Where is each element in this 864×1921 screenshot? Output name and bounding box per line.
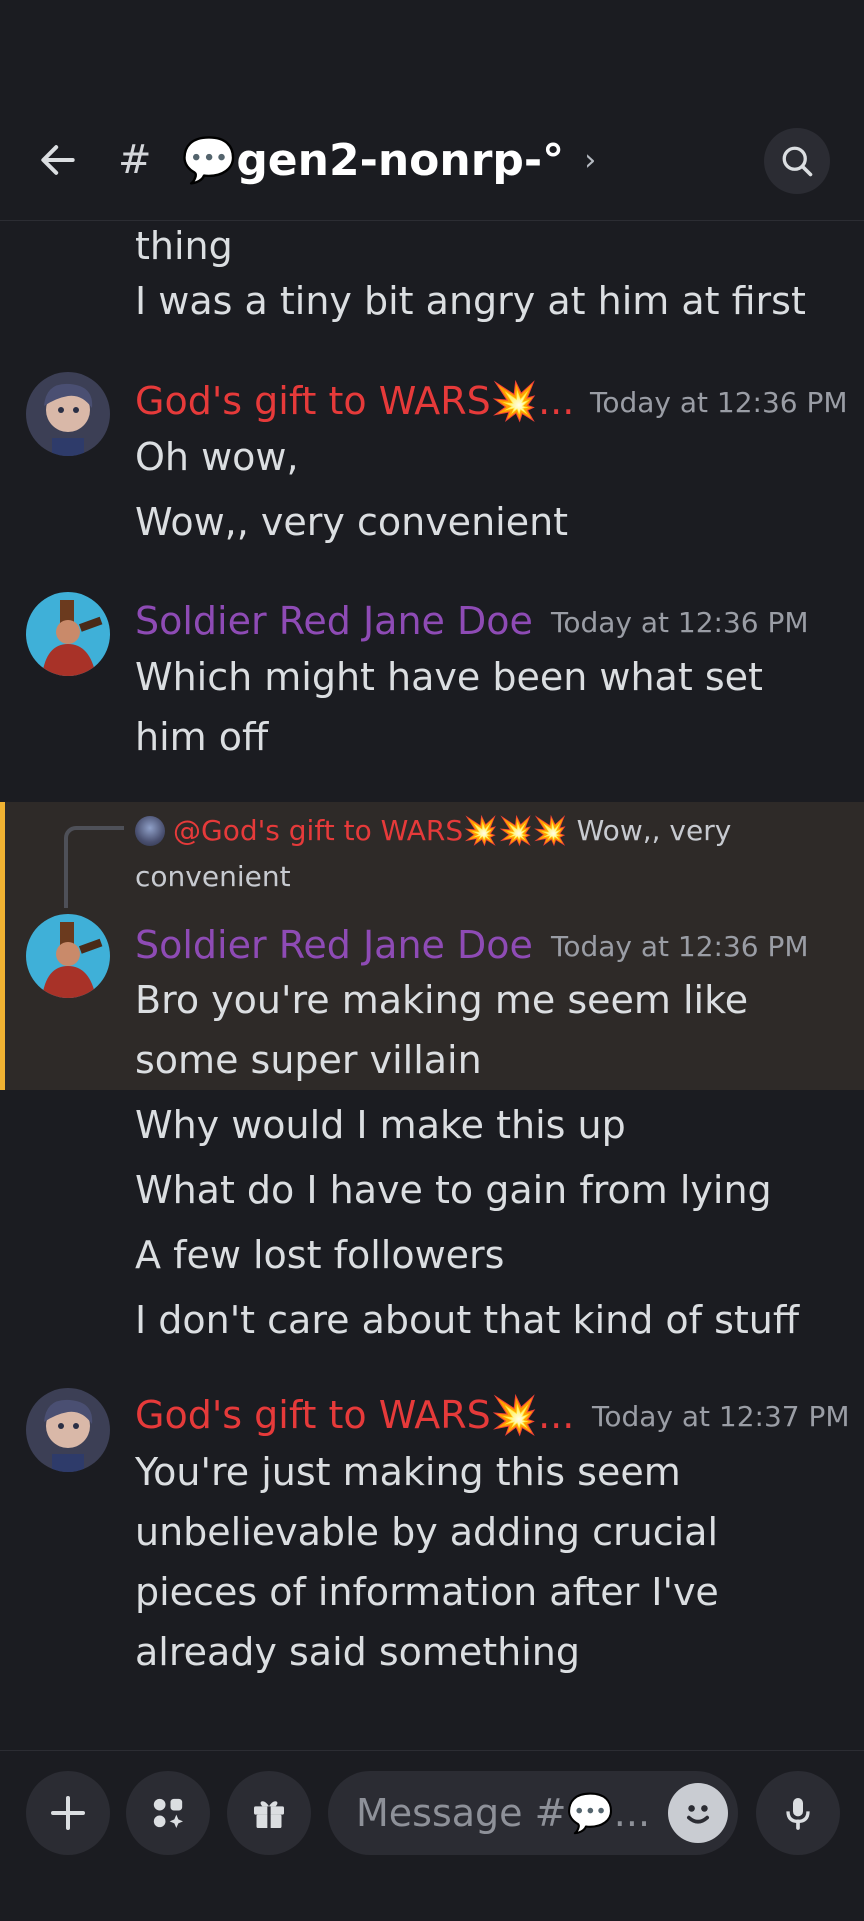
- message-line: I don't care about that kind of stuff: [135, 1298, 800, 1342]
- apps-button[interactable]: [126, 1771, 210, 1855]
- avatar-image: [26, 914, 110, 998]
- reply-avatar: [135, 816, 165, 846]
- channel-name: gen2-nonrp-°: [236, 134, 565, 186]
- message-line: A few lost followers: [135, 1233, 505, 1277]
- chevron-right-icon: ›: [584, 142, 597, 178]
- speech-bubble-emoji: 💬: [181, 135, 237, 186]
- message-line: What do I have to gain from lying: [135, 1168, 772, 1212]
- channel-title[interactable]: # 💬 gen2-nonrp-° ›: [118, 130, 596, 190]
- message-list[interactable]: thing I was a tiny bit angry at him at f…: [0, 222, 864, 1750]
- microphone-button[interactable]: [756, 1771, 840, 1855]
- avatar[interactable]: [26, 1388, 110, 1472]
- apps-icon: [153, 1798, 183, 1828]
- username[interactable]: God's gift to WARS💥...: [135, 1390, 574, 1440]
- emoji-button[interactable]: [668, 1783, 728, 1843]
- message-line: Why would I make this up: [135, 1103, 626, 1147]
- gift-button[interactable]: [227, 1771, 311, 1855]
- avatar-image: [26, 592, 110, 676]
- composer: Message #💬...: [0, 1750, 864, 1921]
- search-button[interactable]: [764, 128, 830, 194]
- timestamp: Today at 12:36 PM: [551, 606, 809, 639]
- hash-icon: #: [118, 137, 152, 183]
- microphone-icon: [786, 1798, 810, 1830]
- channel-header: # 💬 gen2-nonrp-° ›: [0, 0, 864, 221]
- reply-mention[interactable]: @God's gift to WARS💥💥💥: [173, 814, 568, 847]
- avatar[interactable]: [26, 914, 110, 998]
- gift-icon: [254, 1801, 284, 1828]
- reply-spine: [64, 826, 124, 908]
- avatar[interactable]: [26, 372, 110, 456]
- timestamp: Today at 12:36 PM: [551, 930, 809, 963]
- message-line: thing: [135, 224, 233, 268]
- plus-icon: [51, 1796, 85, 1830]
- message-text: Bro you're making me seem like some supe…: [135, 978, 749, 1082]
- search-icon: [782, 146, 813, 177]
- username[interactable]: God's gift to WARS💥...: [135, 376, 574, 426]
- reply-preview[interactable]: @God's gift to WARS💥💥💥 Wow,, very conven…: [135, 808, 835, 900]
- message-text: Which might have been what set him off: [135, 655, 763, 759]
- message-line: Wow,, very convenient: [135, 500, 569, 544]
- back-button[interactable]: [30, 132, 86, 188]
- message-placeholder: Message #💬...: [356, 1790, 651, 1835]
- add-button[interactable]: [26, 1771, 110, 1855]
- arrow-left-icon: [41, 145, 75, 175]
- username[interactable]: Soldier Red Jane Doe: [135, 596, 533, 646]
- message-text: You're just making this seem unbelievabl…: [135, 1450, 719, 1674]
- message-line: Oh wow,: [135, 435, 299, 479]
- emoji-icon: [687, 1805, 709, 1824]
- message-line: I was a tiny bit angry at him at first: [135, 279, 806, 323]
- timestamp: Today at 12:36 PM: [590, 386, 848, 419]
- username[interactable]: Soldier Red Jane Doe: [135, 920, 533, 970]
- avatar-image: [26, 1388, 110, 1472]
- timestamp: Today at 12:37 PM: [592, 1400, 850, 1433]
- avatar[interactable]: [26, 592, 110, 676]
- avatar-image: [26, 372, 110, 456]
